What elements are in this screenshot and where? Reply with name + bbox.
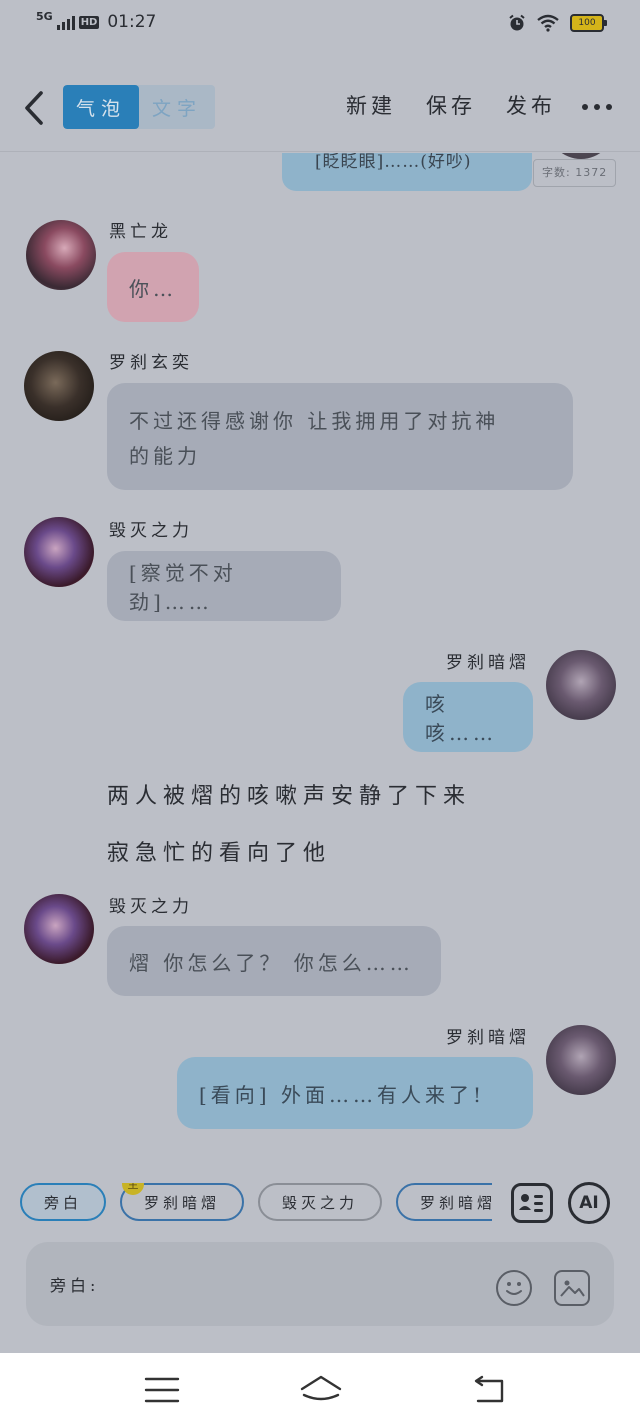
speaker-name: 毁灭之力	[109, 897, 193, 917]
menu-nav-button[interactable]	[142, 1373, 182, 1407]
input-label: 旁白:	[50, 1276, 100, 1295]
save-button[interactable]: 保存	[426, 90, 476, 120]
avatar[interactable]	[24, 894, 94, 964]
new-button[interactable]: 新建	[346, 90, 396, 120]
alarm-icon	[509, 14, 525, 31]
speaker-name: 罗刹玄奕	[109, 353, 193, 373]
smiley-icon	[506, 1282, 522, 1295]
back-button[interactable]	[16, 86, 52, 130]
avatar[interactable]	[24, 351, 94, 421]
home-icon	[300, 1375, 342, 1401]
back-nav-button[interactable]	[470, 1373, 510, 1407]
network-type: 5G	[36, 9, 53, 23]
menu-icon	[144, 1377, 180, 1403]
back-nav-icon	[474, 1375, 504, 1403]
speaker-name: 罗刹暗熠	[446, 1028, 530, 1048]
wifi-icon	[537, 14, 559, 32]
more-dot	[582, 104, 588, 110]
chip-speaker[interactable]: 毁灭之力	[258, 1183, 383, 1221]
character-card-button[interactable]	[511, 1183, 553, 1223]
message-text: 咳咳……	[425, 692, 497, 745]
message-text: 熠 你怎么了？ 你怎么……	[129, 950, 414, 975]
word-count: 字数: 1372	[533, 159, 617, 187]
avatar[interactable]	[546, 1025, 616, 1095]
chip-label: 罗刹暗熠（小	[420, 1193, 492, 1212]
editor-header: 气泡 文字 新建 保存 发布	[0, 64, 640, 152]
hd-badge: HD	[78, 15, 100, 29]
message-bubble[interactable]: 不过还得感谢你 让我拥用了对抗神 的能力	[107, 383, 573, 490]
message-text: 你…	[129, 276, 177, 301]
message-bubble[interactable]: [察觉不对劲]……	[107, 551, 341, 621]
chip-speaker[interactable]: 主 罗刹暗熠	[120, 1183, 245, 1221]
home-nav-button[interactable]	[298, 1373, 344, 1407]
avatar[interactable]	[546, 650, 616, 720]
ai-button[interactable]: AI	[568, 1182, 610, 1224]
status-bar: 5G HD 01:27 100	[0, 0, 640, 48]
message-bubble[interactable]: [看向] 外面……有人来了!	[177, 1057, 533, 1129]
message-text-line: 的能力	[129, 443, 201, 468]
character-card-icon	[519, 1194, 543, 1212]
main-role-badge: 主	[122, 1183, 145, 1195]
speaker-name: 罗刹暗熠	[446, 653, 530, 673]
message-bubble[interactable]: 熠 你怎么了？ 你怎么……	[107, 926, 441, 996]
composer-toolbar: 旁白 主 罗刹暗熠 毁灭之力 罗刹暗熠（小 AI 旁白:	[0, 1163, 640, 1353]
message-bubble[interactable]: 你…	[107, 252, 199, 322]
status-right: 100	[508, 14, 607, 32]
message-text-line: 不过还得感谢你 让我拥用了对抗神	[129, 408, 500, 433]
tab-text[interactable]: 文字	[139, 85, 215, 129]
chip-speaker[interactable]: 罗刹暗熠（小	[396, 1183, 492, 1221]
tab-bubble[interactable]: 气泡	[63, 85, 139, 129]
signal-icon	[56, 14, 75, 30]
image-button[interactable]	[554, 1270, 590, 1306]
message-bubble[interactable]: 咳咳……	[403, 682, 533, 752]
narration-text[interactable]: 寂急忙的看向了他	[107, 835, 331, 867]
image-icon	[560, 1280, 585, 1297]
speaker-name: 黑亡龙	[109, 222, 172, 242]
header-actions: 新建 保存 发布	[346, 90, 556, 120]
battery-icon: 100	[570, 14, 607, 32]
chat-area[interactable]: [眨眨眼]……(好吵) 字数: 1372 黑亡龙 你… 罗刹玄奕 不过还得感谢你…	[0, 153, 640, 1163]
message-text: [看向] 外面……有人来了!	[199, 1082, 485, 1107]
message-text: [察觉不对劲]……	[129, 561, 237, 614]
mode-switch: 气泡 文字	[63, 85, 215, 129]
more-dot	[606, 104, 612, 110]
system-nav-bar	[0, 1353, 640, 1427]
status-left: 5G HD 01:27	[36, 9, 157, 33]
speaker-name: 毁灭之力	[109, 521, 193, 541]
message-text-partial: [眨眨眼]……(好吵)	[315, 153, 472, 172]
publish-button[interactable]: 发布	[506, 90, 556, 120]
more-button[interactable]	[582, 104, 612, 110]
narration-text[interactable]: 两人被熠的咳嗽声安静了下来	[107, 778, 471, 810]
chip-label: 毁灭之力	[282, 1193, 359, 1212]
chip-label: 旁白	[44, 1193, 83, 1212]
emoji-button[interactable]	[496, 1270, 532, 1306]
message-input[interactable]: 旁白:	[26, 1242, 614, 1326]
chip-narrator[interactable]: 旁白	[20, 1183, 107, 1221]
speaker-chips[interactable]: 旁白 主 罗刹暗熠 毁灭之力 罗刹暗熠（小	[20, 1183, 492, 1227]
chevron-left-icon	[25, 91, 43, 125]
clock: 01:27	[107, 12, 157, 32]
chip-label: 罗刹暗熠	[144, 1193, 221, 1212]
avatar[interactable]	[24, 517, 94, 587]
avatar[interactable]	[26, 220, 96, 290]
more-dot	[594, 104, 600, 110]
